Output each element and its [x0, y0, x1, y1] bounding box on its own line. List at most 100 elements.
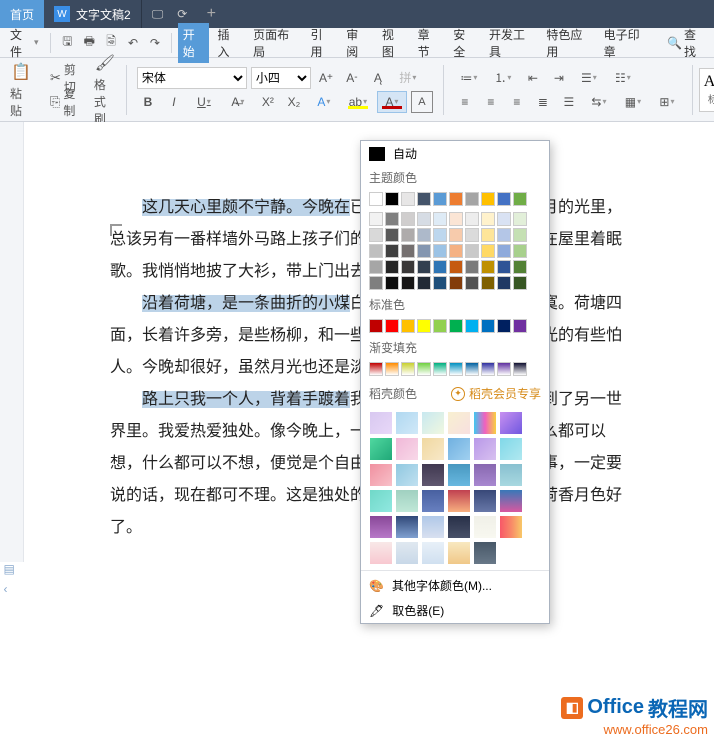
color-swatch[interactable] [433, 244, 447, 258]
bullets-button[interactable]: ≔ [454, 67, 484, 89]
chevron-left-icon[interactable]: ‹ [4, 582, 20, 596]
color-swatch[interactable] [481, 228, 495, 242]
color-swatch[interactable] [497, 260, 511, 274]
gradient-swatch[interactable] [474, 490, 496, 512]
subscript-button[interactable]: X₂ [283, 91, 305, 113]
font-color-button[interactable]: A [377, 91, 407, 113]
color-swatch[interactable] [465, 276, 479, 290]
color-swatch[interactable] [449, 260, 463, 274]
undo-icon[interactable]: ↶ [123, 32, 143, 54]
save-icon[interactable]: 🖫 [57, 32, 77, 54]
gradient-swatch[interactable] [370, 490, 392, 512]
color-swatch[interactable] [385, 319, 399, 333]
color-swatch[interactable] [433, 276, 447, 290]
gradient-swatch[interactable] [500, 438, 522, 460]
color-swatch[interactable] [449, 244, 463, 258]
gradient-swatch[interactable] [422, 438, 444, 460]
align-left-button[interactable]: ≡ [454, 91, 476, 113]
color-swatch[interactable] [369, 260, 383, 274]
color-swatch[interactable] [385, 276, 399, 290]
color-swatch[interactable] [417, 276, 431, 290]
font-family-select[interactable]: 宋体 [137, 67, 247, 89]
gradient-swatch[interactable] [448, 464, 470, 486]
color-swatch[interactable] [465, 362, 479, 376]
gradient-swatch[interactable] [396, 542, 418, 564]
justify-button[interactable]: ≣ [532, 91, 554, 113]
tab-document[interactable]: W 文字文稿2 [44, 0, 142, 28]
color-swatch[interactable] [385, 228, 399, 242]
menu-view[interactable]: 视图 [376, 24, 410, 62]
line-spacing-button[interactable]: ☷ [608, 67, 638, 89]
gradient-swatch[interactable] [422, 412, 444, 434]
highlight-button[interactable]: ab [343, 91, 373, 113]
color-swatch[interactable] [369, 228, 383, 242]
menu-start[interactable]: 开始 [178, 23, 210, 63]
strike-button[interactable]: A̶ [223, 91, 253, 113]
gradient-swatch[interactable] [396, 516, 418, 538]
color-swatch[interactable] [385, 362, 399, 376]
gradient-swatch[interactable] [448, 438, 470, 460]
distribute-button[interactable]: ☰ [558, 91, 580, 113]
align-right-button[interactable]: ≡ [506, 91, 528, 113]
color-swatch[interactable] [481, 212, 495, 226]
color-swatch[interactable] [481, 276, 495, 290]
color-swatch[interactable] [481, 192, 495, 206]
new-tab-button[interactable]: + [197, 5, 225, 23]
color-swatch[interactable] [449, 362, 463, 376]
color-auto[interactable]: 自动 [361, 141, 549, 166]
gradient-swatch[interactable] [448, 490, 470, 512]
color-swatch[interactable] [481, 319, 495, 333]
color-swatch[interactable] [465, 228, 479, 242]
align-center-button[interactable]: ≡ [480, 91, 502, 113]
menu-stamp[interactable]: 电子印章 [598, 24, 653, 62]
tab-settings-button[interactable]: ⇆ [584, 91, 614, 113]
color-swatch[interactable] [369, 276, 383, 290]
color-swatch[interactable] [433, 192, 447, 206]
bold-button[interactable]: B [137, 91, 159, 113]
gradient-swatch[interactable] [500, 516, 522, 538]
color-swatch[interactable] [513, 276, 527, 290]
color-swatch[interactable] [417, 319, 431, 333]
phonetic-guide-button[interactable]: 拼 [393, 67, 423, 89]
color-swatch[interactable] [497, 362, 511, 376]
color-swatch[interactable] [497, 192, 511, 206]
menu-special[interactable]: 特色应用 [540, 24, 595, 62]
color-swatch[interactable] [433, 319, 447, 333]
gradient-swatch[interactable] [370, 542, 392, 564]
gradient-swatch[interactable] [474, 438, 496, 460]
color-swatch[interactable] [465, 319, 479, 333]
color-swatch[interactable] [497, 276, 511, 290]
gradient-swatch[interactable] [474, 464, 496, 486]
gradient-swatch[interactable] [474, 542, 496, 564]
color-swatch[interactable] [481, 362, 495, 376]
color-swatch[interactable] [497, 228, 511, 242]
gradient-swatch[interactable] [500, 490, 522, 512]
color-swatch[interactable] [369, 362, 383, 376]
font-size-select[interactable]: 小四 [251, 67, 311, 89]
gradient-swatch[interactable] [448, 412, 470, 434]
color-swatch[interactable] [401, 212, 415, 226]
color-swatch[interactable] [465, 244, 479, 258]
color-swatch[interactable] [497, 319, 511, 333]
gradient-swatch[interactable] [370, 464, 392, 486]
color-swatch[interactable] [449, 228, 463, 242]
menu-review[interactable]: 审阅 [340, 24, 374, 62]
numbering-button[interactable]: ⒈ [488, 67, 518, 89]
gradient-swatch[interactable] [396, 490, 418, 512]
color-swatch[interactable] [385, 192, 399, 206]
color-swatch[interactable] [385, 244, 399, 258]
shading-button[interactable]: ▦ [618, 91, 648, 113]
clear-format-button[interactable]: Ą [367, 67, 389, 89]
borders-button[interactable]: ⊞ [652, 91, 682, 113]
gradient-swatch[interactable] [422, 464, 444, 486]
document-editor[interactable]: ▤ ‹ 这几天心里颇不宁静。今晚在已日日走过的荷塘，在这满月的光里，总该另有一番… [0, 122, 714, 544]
color-swatch[interactable] [369, 244, 383, 258]
increase-indent-button[interactable]: ⇥ [548, 67, 570, 89]
text-effects-button[interactable]: A [309, 91, 339, 113]
color-swatch[interactable] [433, 228, 447, 242]
color-swatch[interactable] [417, 192, 431, 206]
underline-button[interactable]: U [189, 91, 219, 113]
color-swatch[interactable] [385, 260, 399, 274]
text-direction-button[interactable]: ☰ [574, 67, 604, 89]
color-picker[interactable]: 🖋取色器(E) [361, 598, 549, 623]
